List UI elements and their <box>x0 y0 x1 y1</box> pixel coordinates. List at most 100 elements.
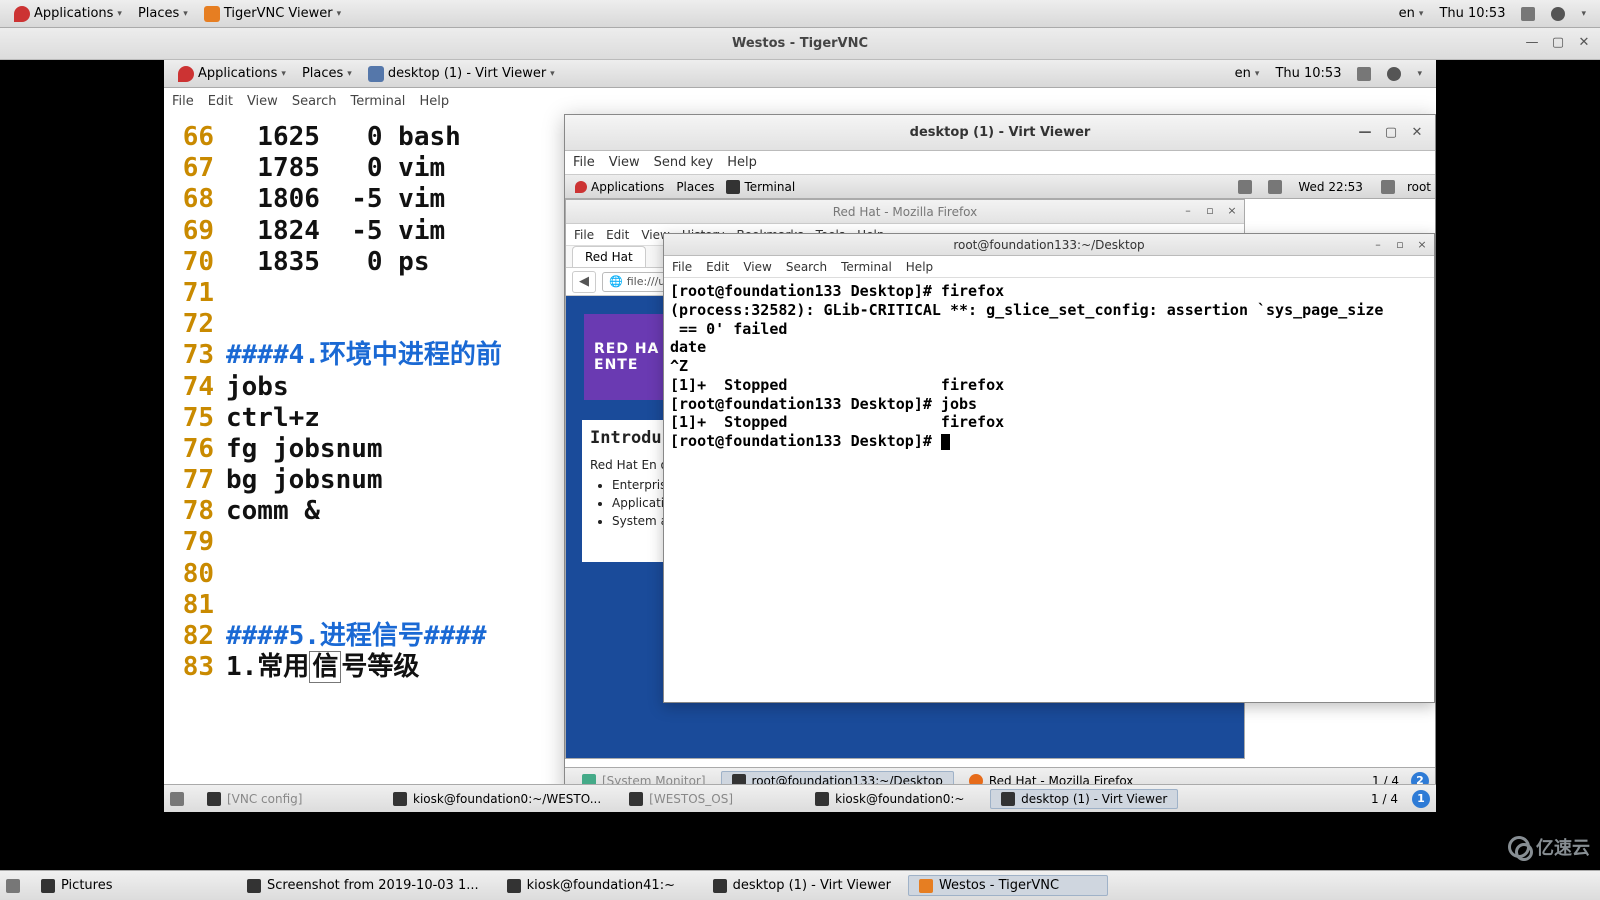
guest-lang-indicator[interactable]: en ▾ <box>1227 66 1268 81</box>
terminal-menu-view[interactable]: View <box>743 260 771 274</box>
terminal-titlebar[interactable]: root@foundation133:~/Desktop – ▫ × <box>664 234 1434 256</box>
app-icon <box>393 792 407 806</box>
guest-expand-icon[interactable]: ▾ <box>1409 69 1430 79</box>
terminal-output[interactable]: [root@foundation133 Desktop]# firefox(pr… <box>664 278 1434 702</box>
gnome-foot-icon <box>178 66 194 82</box>
virt-menu-send-key[interactable]: Send key <box>654 155 714 170</box>
battery-icon[interactable] <box>1268 180 1282 194</box>
guest-active-app-menu[interactable]: desktop (1) - Virt Viewer ▾ <box>360 60 563 87</box>
firefox-tab[interactable]: Red Hat <box>572 246 646 267</box>
terminal-line: [root@foundation133 Desktop]# <box>670 432 1428 451</box>
close-button[interactable]: × <box>1414 236 1430 252</box>
editor-menu-file[interactable]: File <box>172 94 194 109</box>
virt-menu-view[interactable]: View <box>609 155 640 170</box>
notification-badge[interactable]: 1 <box>1412 790 1430 808</box>
host-taskbar-button[interactable]: Westos - TigerVNC <box>908 875 1108 896</box>
close-button[interactable]: ✕ <box>1574 32 1594 52</box>
editor-menu-terminal[interactable]: Terminal <box>350 94 405 109</box>
editor-menu-view[interactable]: View <box>247 94 278 109</box>
app-icon <box>247 879 261 893</box>
files-icon[interactable] <box>6 879 20 893</box>
editor-menu-help[interactable]: Help <box>419 94 449 109</box>
mail-icon[interactable] <box>170 792 184 806</box>
maximize-button[interactable]: ▫ <box>1392 236 1408 252</box>
host-active-app-menu[interactable]: TigerVNC Viewer ▾ <box>196 0 349 27</box>
terminal-line: ^Z <box>670 357 1428 376</box>
inner-places-menu[interactable]: Places <box>670 175 720 198</box>
host-lang-indicator[interactable]: en ▾ <box>1391 6 1432 21</box>
minimize-button[interactable]: – <box>1180 202 1196 218</box>
terminal-menu-search[interactable]: Search <box>786 260 827 274</box>
editor-menu-search[interactable]: Search <box>292 94 337 109</box>
guest-volume-icon[interactable] <box>1349 67 1379 81</box>
host-expand-icon[interactable]: ▾ <box>1573 9 1594 19</box>
terminal-menu-terminal[interactable]: Terminal <box>841 260 892 274</box>
guest-clock[interactable]: Thu 10:53 <box>1267 66 1349 81</box>
host-clock[interactable]: Thu 10:53 <box>1431 6 1513 21</box>
inner-user-label[interactable]: root <box>1407 180 1431 194</box>
inner-active-app-menu[interactable]: Terminal <box>720 175 801 198</box>
guest-places-menu[interactable]: Places ▾ <box>294 60 360 87</box>
redhat-banner: RED HA ENTE <box>584 314 670 400</box>
host-places-menu[interactable]: Places ▾ <box>130 0 196 27</box>
vnc-viewer-window: Westos - TigerVNC — ▢ ✕ Applications ▾ P… <box>0 28 1600 900</box>
speaker-icon <box>1357 67 1371 81</box>
guest-bottom-taskbar: [VNC config] kiosk@foundation0:~/WESTO...… <box>164 784 1436 812</box>
firefox-titlebar[interactable]: Red Hat - Mozilla Firefox – ▫ × <box>566 200 1244 224</box>
letterbox-right <box>1436 60 1600 812</box>
vnc-titlebar[interactable]: Westos - TigerVNC — ▢ ✕ <box>0 28 1600 60</box>
guest-taskbar-button[interactable]: kiosk@foundation0:~/WESTO... <box>382 789 612 809</box>
firefox-menu-file[interactable]: File <box>574 228 594 242</box>
virt-viewer-window: desktop (1) - Virt Viewer — ▢ ✕ File View… <box>564 114 1436 794</box>
minimize-button[interactable]: — <box>1522 32 1542 52</box>
guest-taskbar-button[interactable]: [WESTOS_OS] <box>618 789 798 809</box>
app-icon <box>207 792 221 806</box>
host-taskbar-button[interactable]: Pictures <box>30 875 230 896</box>
host-taskbar-button[interactable]: desktop (1) - Virt Viewer <box>702 875 902 896</box>
inner-top-panel: Applications Places Terminal Wed 22:53 r… <box>565 175 1435 199</box>
guest-taskbar-button[interactable]: desktop (1) - Virt Viewer <box>990 789 1178 809</box>
maximize-button[interactable]: ▢ <box>1381 122 1401 142</box>
virt-menu-file[interactable]: File <box>573 155 595 170</box>
tigervnc-icon <box>204 6 220 22</box>
guest-power-icon[interactable] <box>1379 67 1409 81</box>
speaker-icon[interactable] <box>1238 180 1252 194</box>
guest-top-panel: Applications ▾ Places ▾ desktop (1) - Vi… <box>164 60 1436 88</box>
watermark-icon <box>1508 836 1530 858</box>
host-taskbar-button[interactable]: kiosk@foundation41:~ <box>496 875 696 896</box>
app-icon <box>507 879 521 893</box>
firefox-menu-edit[interactable]: Edit <box>606 228 629 242</box>
guest-taskbar-button[interactable]: kiosk@foundation0:~ <box>804 789 984 809</box>
terminal-menu-help[interactable]: Help <box>906 260 933 274</box>
host-taskbar-button[interactable]: Screenshot from 2019-10-03 1... <box>236 875 490 896</box>
host-power-icon[interactable] <box>1543 7 1573 21</box>
guest-applications-menu[interactable]: Applications ▾ <box>170 60 294 87</box>
guest-taskbar-button[interactable]: [VNC config] <box>196 789 376 809</box>
app-icon <box>815 792 829 806</box>
maximize-button[interactable]: ▫ <box>1202 202 1218 218</box>
workspace-indicator[interactable]: 1 / 4 <box>1371 792 1398 806</box>
gnome-foot-icon <box>575 181 587 193</box>
app-icon <box>629 792 643 806</box>
host-top-panel: Applications ▾ Places ▾ TigerVNC Viewer … <box>0 0 1600 28</box>
host-volume-icon[interactable] <box>1513 7 1543 21</box>
terminal-line: == 0' failed <box>670 320 1428 339</box>
close-button[interactable]: ✕ <box>1407 122 1427 142</box>
virt-viewer-icon <box>368 66 384 82</box>
maximize-button[interactable]: ▢ <box>1548 32 1568 52</box>
editor-menu-edit[interactable]: Edit <box>208 94 233 109</box>
inner-applications-menu[interactable]: Applications <box>569 175 670 198</box>
virt-menu-help[interactable]: Help <box>727 155 757 170</box>
terminal-menu-bar: File Edit View Search Terminal Help <box>664 256 1434 278</box>
minimize-button[interactable]: — <box>1355 122 1375 142</box>
power-icon <box>1387 67 1401 81</box>
terminal-menu-file[interactable]: File <box>672 260 692 274</box>
minimize-button[interactable]: – <box>1370 236 1386 252</box>
back-button[interactable]: ◀ <box>572 271 596 293</box>
virt-titlebar[interactable]: desktop (1) - Virt Viewer — ▢ ✕ <box>565 115 1435 151</box>
close-button[interactable]: × <box>1224 202 1240 218</box>
terminal-menu-edit[interactable]: Edit <box>706 260 729 274</box>
inner-clock[interactable]: Wed 22:53 <box>1298 180 1363 194</box>
host-applications-menu[interactable]: Applications ▾ <box>6 0 130 27</box>
terminal-window: root@foundation133:~/Desktop – ▫ × File E… <box>663 233 1435 703</box>
